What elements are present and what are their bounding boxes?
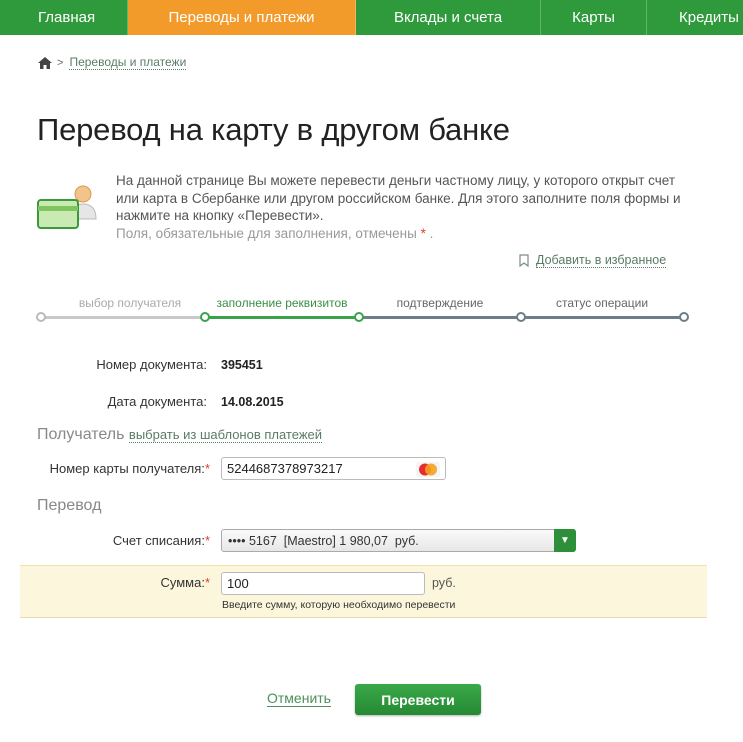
step-label-recipient: выбор получателя xyxy=(78,296,182,310)
transfer-section-title: Перевод xyxy=(37,497,102,514)
card-number-label: Номер карты получателя:* xyxy=(30,461,210,476)
nav-item-home[interactable]: Главная xyxy=(0,0,128,35)
nav-item-transfers[interactable]: Переводы и платежи xyxy=(128,0,356,35)
account-label: Счет списания:* xyxy=(60,533,210,548)
nav-item-deposits[interactable]: Вклады и счета xyxy=(356,0,541,35)
submit-transfer-button[interactable]: Перевести xyxy=(355,684,481,715)
amount-hint: Введите сумму, которую необходимо переве… xyxy=(222,599,456,611)
account-select-value[interactable]: •••• 5167 [Maestro] 1 980,07 руб. xyxy=(228,534,419,548)
nav-item-cards[interactable]: Карты xyxy=(541,0,647,35)
document-number-value: 395451 xyxy=(221,358,263,372)
account-select[interactable]: •••• 5167 [Maestro] 1 980,07 руб. ▼ xyxy=(221,529,576,552)
account-required: * xyxy=(204,533,210,548)
document-number-label: Номер документа: xyxy=(96,357,207,372)
add-to-favorites-label[interactable]: Добавить в избранное xyxy=(536,253,667,268)
add-to-favorites[interactable]: Добавить в избранное xyxy=(519,253,667,268)
step-dot-4 xyxy=(516,312,526,322)
progress-steps: выбор получателя заполнение реквизитов п… xyxy=(36,296,692,326)
step-label-status: статус операции xyxy=(555,296,649,310)
recipient-section: Получатель выбрать из шаблонов платежей xyxy=(37,426,323,444)
card-number-value[interactable]: 5244687378973217 xyxy=(227,461,343,476)
account-label-text: Счет списания: xyxy=(112,533,205,548)
breadcrumb: > Переводы и платежи xyxy=(38,55,187,70)
cancel-link[interactable]: Отменить xyxy=(267,690,331,707)
required-note-text: Поля, обязательные для заполнения, отмеч… xyxy=(116,225,417,241)
amount-label: Сумма:* xyxy=(60,575,210,590)
mastercard-icon xyxy=(416,462,440,477)
currency-label: руб. xyxy=(432,576,456,590)
required-star: * xyxy=(420,225,426,241)
recipient-section-title: Получатель xyxy=(37,426,125,443)
required-note-end: . xyxy=(429,225,434,241)
top-navigation: Главная Переводы и платежи Вклады и счет… xyxy=(0,0,743,35)
card-number-label-text: Номер карты получателя: xyxy=(49,461,205,476)
step-dot-3 xyxy=(354,312,364,322)
choose-template-link[interactable]: выбрать из шаблонов платежей xyxy=(128,427,323,443)
page-title: Перевод на карту в другом банке xyxy=(37,112,510,147)
amount-label-text: Сумма: xyxy=(160,575,205,590)
amount-required: * xyxy=(204,575,210,590)
step-label-details: заполнение реквизитов xyxy=(216,296,348,310)
amount-input[interactable]: 100 xyxy=(221,572,425,595)
bookmark-icon xyxy=(519,254,529,267)
breadcrumb-transfers-link[interactable]: Переводы и платежи xyxy=(69,55,187,70)
step-line-1 xyxy=(40,316,204,319)
info-text: На данной странице Вы можете перевести д… xyxy=(116,172,696,242)
breadcrumb-separator: > xyxy=(57,56,64,69)
card-person-icon xyxy=(37,185,97,229)
info-description: На данной странице Вы можете перевести д… xyxy=(116,173,681,223)
chevron-down-icon[interactable]: ▼ xyxy=(554,529,576,552)
step-dot-2 xyxy=(200,312,210,322)
step-dot-5 xyxy=(679,312,689,322)
step-line-2 xyxy=(204,316,358,319)
home-icon[interactable] xyxy=(38,56,52,69)
nav-item-credits[interactable]: Кредиты xyxy=(647,0,743,35)
required-note: Поля, обязательные для заполнения, отмеч… xyxy=(116,225,696,243)
card-number-required: * xyxy=(204,461,210,476)
step-label-confirm: подтверждение xyxy=(396,296,484,310)
document-date-value: 14.08.2015 xyxy=(221,395,284,409)
document-date-label: Дата документа: xyxy=(107,394,207,409)
step-dot-1 xyxy=(36,312,46,322)
card-number-input[interactable]: 5244687378973217 xyxy=(221,457,446,480)
